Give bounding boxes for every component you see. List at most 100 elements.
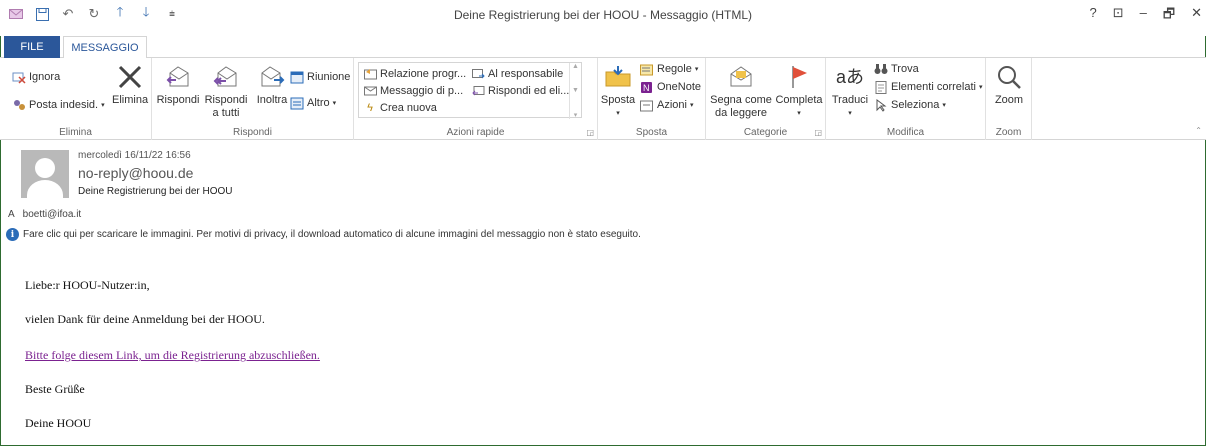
zoom-button[interactable]: Zoom	[992, 62, 1026, 107]
recipient-address[interactable]: boetti@ifoa.it	[23, 209, 82, 220]
expand-gallery-icon[interactable]: ▾	[574, 111, 578, 119]
message-date: mercoledì 16/11/22 16:56	[78, 150, 191, 161]
rules-button[interactable]: Regole ▾	[640, 62, 698, 76]
close-icon[interactable]: ✕	[1191, 5, 1202, 27]
ribbon-tabs: FILE MESSAGGIO	[0, 36, 1206, 59]
group-sposta: Sposta ▾ Regole ▾ N OneNote Azioni ▾ Spo…	[598, 58, 706, 140]
reply-icon	[163, 62, 193, 92]
delete-button[interactable]: Elimina	[112, 62, 148, 107]
report-icon	[363, 67, 377, 81]
select-button[interactable]: Seleziona ▾	[874, 98, 946, 112]
svg-text:N: N	[643, 83, 650, 93]
group-label-zoom: Zoom	[995, 127, 1022, 138]
chevron-down-icon: ▾	[616, 110, 620, 117]
meeting-button[interactable]: Riunione	[290, 70, 350, 84]
body-greeting: Liebe:r HOOU-Nutzer:in,	[25, 278, 150, 292]
body-line: vielen Dank für deine Anmeldung bei der …	[25, 312, 265, 326]
window-controls: ? ⊡ – 🗗 ✕	[1090, 5, 1203, 27]
chevron-down-icon: ▾	[101, 102, 105, 109]
chevron-down-icon: ▾	[694, 66, 699, 73]
group-label-rispondi: Rispondi	[233, 127, 272, 138]
onenote-button[interactable]: N OneNote	[640, 80, 701, 94]
message-icon	[363, 84, 377, 98]
scroll-down-icon[interactable]: ▼	[572, 87, 579, 94]
chevron-down-icon: ▾	[978, 84, 983, 91]
actions-icon	[640, 98, 654, 112]
group-label-sposta: Sposta	[635, 127, 668, 138]
quick-step-item[interactable]: Relazione progr...	[363, 67, 466, 81]
group-categorie: Segna come da leggere Completa ▾ Categor…	[706, 58, 826, 140]
lightning-icon: ϟ	[367, 102, 373, 114]
related-items-button[interactable]: Elementi correlati ▾	[874, 80, 983, 94]
group-label-elimina: Elimina	[59, 127, 92, 138]
magnifier-icon	[994, 62, 1024, 92]
ignore-icon	[12, 70, 26, 84]
quick-steps-gallery: Relazione progr... Al responsabile Messa…	[358, 62, 582, 119]
translate-button[interactable]: aあ Traduci ▾	[830, 62, 870, 120]
avatar	[21, 150, 69, 198]
complete-button[interactable]: Completa ▾	[774, 62, 824, 120]
tab-message[interactable]: MESSAGGIO	[63, 36, 147, 59]
reply-button[interactable]: Rispondi	[156, 62, 200, 107]
group-elimina: Ignora Posta indesid. ▾ Elimina Elimina	[0, 58, 152, 140]
collapse-ribbon-icon[interactable]: ⌃	[1195, 126, 1202, 135]
ribbon: Ignora Posta indesid. ▾ Elimina Elimina …	[0, 58, 1206, 140]
infobar-text: Fare clic qui per scaricare le immagini.…	[23, 229, 641, 240]
group-label-modifica: Modifica	[886, 127, 925, 138]
sender-address[interactable]: no-reply@hoou.de	[78, 165, 193, 181]
ribbon-display-icon[interactable]: ⊡	[1113, 5, 1124, 27]
move-button[interactable]: Sposta ▾	[600, 62, 636, 120]
group-zoom: Zoom Zoom	[986, 58, 1032, 140]
window-title: Deine Registrierung bei der HOOU - Messa…	[453, 8, 753, 22]
find-button[interactable]: Trova	[874, 62, 919, 76]
group-label-quick-steps: Azioni rapide	[446, 127, 505, 138]
mark-unread-icon	[726, 62, 756, 92]
quick-step-item[interactable]: ϟ Crea nuova	[363, 101, 437, 115]
reply-all-button[interactable]: Rispondi a tutti	[202, 62, 250, 120]
body-closing: Beste Grüße	[25, 382, 85, 396]
more-icon	[290, 96, 304, 110]
quick-step-item[interactable]: Messaggio di p...	[363, 84, 463, 98]
tab-file[interactable]: FILE	[4, 36, 60, 58]
translate-icon: aあ	[835, 66, 864, 87]
chevron-down-icon: ▾	[332, 100, 337, 107]
quick-step-item[interactable]: Rispondi ed eli...	[471, 84, 569, 98]
group-quick-steps: Relazione progr... Al responsabile Messa…	[354, 58, 598, 140]
restore-icon[interactable]: 🗗	[1163, 5, 1175, 27]
ignore-button[interactable]: Ignora	[12, 70, 60, 84]
chevron-down-icon: ▾	[848, 110, 852, 117]
reply-all-icon	[211, 62, 241, 92]
chevron-down-icon: ▾	[942, 102, 946, 109]
gallery-scrollbar[interactable]: ▲ ▼ ▾	[569, 63, 581, 119]
minimize-icon[interactable]: –	[1140, 5, 1147, 27]
recipient-label: A	[8, 209, 15, 220]
forward-icon	[257, 62, 287, 92]
registration-link[interactable]: Bitte folge diesem Link, um die Registri…	[25, 348, 320, 362]
flag-icon	[784, 62, 814, 92]
related-items-icon	[874, 80, 888, 94]
actions-button[interactable]: Azioni ▾	[640, 98, 693, 112]
junk-button[interactable]: Posta indesid. ▾	[12, 98, 105, 112]
help-icon[interactable]: ?	[1090, 5, 1097, 27]
group-rispondi: Rispondi Rispondi a tutti Inoltra Riunio…	[152, 58, 354, 140]
more-button[interactable]: Altro ▾	[290, 96, 336, 110]
quick-step-item[interactable]: Al responsabile	[471, 67, 563, 81]
scroll-up-icon[interactable]: ▲	[572, 63, 579, 70]
chevron-down-icon: ▾	[797, 110, 801, 117]
onenote-icon: N	[640, 80, 654, 94]
cursor-icon	[874, 98, 888, 112]
group-label-categorie: Categorie	[743, 127, 788, 138]
mark-unread-button[interactable]: Segna come da leggere	[710, 62, 772, 120]
reply-delete-icon	[471, 84, 485, 98]
group-modifica: aあ Traduci ▾ Trova Elementi correlati ▾ …	[826, 58, 986, 140]
title-bar: ↶ ↻ 🡑 🡓 ⩧ Deine Registrierung bei der HO…	[0, 0, 1206, 36]
recipient-line: Aboetti@ifoa.it	[8, 209, 81, 220]
info-icon: i	[6, 228, 19, 241]
download-images-infobar[interactable]: i Fare clic qui per scaricare le immagin…	[6, 228, 641, 241]
delete-icon	[115, 62, 145, 92]
dialog-launcher-icon[interactable]: ◲	[586, 128, 594, 137]
rules-icon	[640, 62, 654, 76]
forward-button[interactable]: Inoltra	[252, 62, 292, 107]
dialog-launcher-icon[interactable]: ◲	[814, 128, 822, 137]
binoculars-icon	[874, 62, 888, 76]
